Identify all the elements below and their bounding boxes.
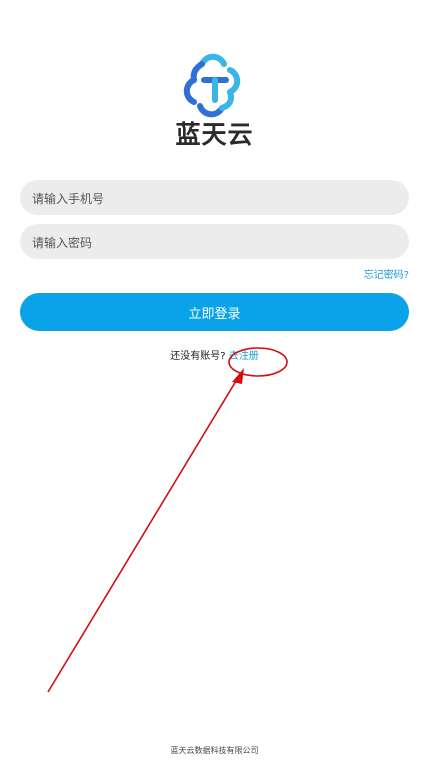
annotation-arrowhead	[232, 368, 244, 384]
phone-input[interactable]	[30, 180, 403, 217]
brand-name: 蓝天云	[175, 120, 254, 149]
password-field[interactable]	[20, 224, 409, 261]
register-link[interactable]: 去注册	[229, 351, 259, 362]
password-input[interactable]	[30, 224, 403, 261]
annotation-arrow-line	[47, 375, 240, 693]
register-row: 还没有账号? 去注册	[0, 347, 429, 362]
cloud-t-logo-icon	[183, 53, 240, 118]
phone-field[interactable]	[20, 180, 409, 217]
forgot-password-link[interactable]: 忘记密码?	[364, 266, 409, 281]
footer-company: 蓝天云数据科技有限公司	[170, 746, 259, 755]
logo-block: 蓝天云	[0, 50, 429, 148]
register-prompt: 还没有账号?	[170, 351, 226, 362]
login-button[interactable]: 立即登录	[20, 293, 409, 331]
